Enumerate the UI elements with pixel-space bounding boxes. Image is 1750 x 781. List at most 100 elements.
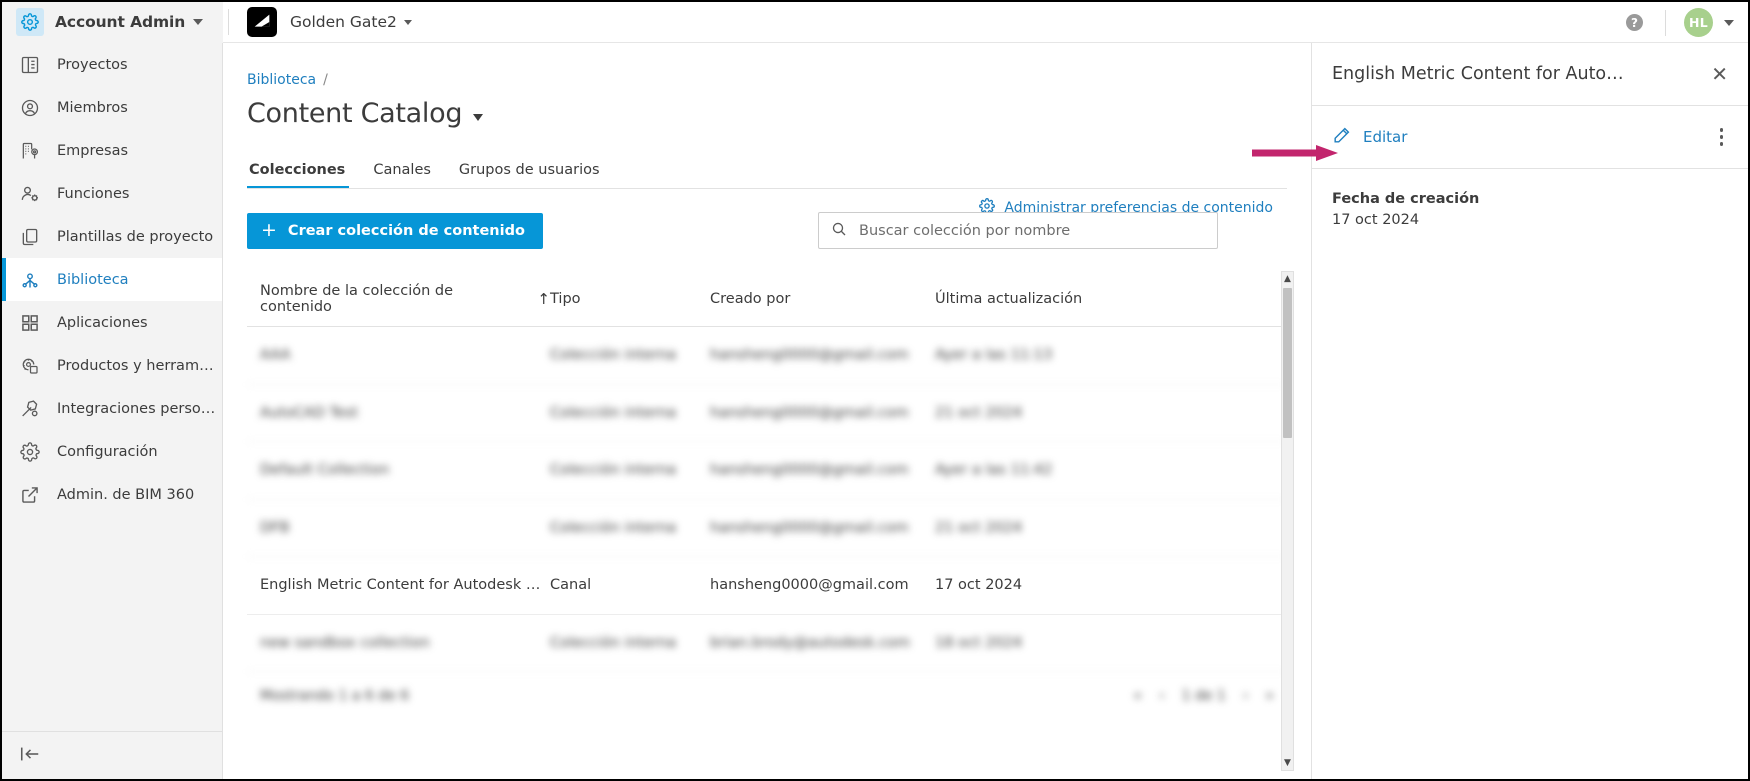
pagination-button[interactable]: ‹ xyxy=(1159,688,1165,704)
table-row[interactable]: AAA Colección interna hansheng0000@gmail.c… xyxy=(247,327,1287,385)
details-panel: English Metric Content for Auto… ✕ Edita… xyxy=(1311,43,1748,779)
sidebar-item-configuraci-n[interactable]: Configuración xyxy=(2,430,222,473)
tab-bar: Colecciones Canales Grupos de usuarios xyxy=(247,153,614,189)
tab-colecciones[interactable]: Colecciones xyxy=(247,162,359,189)
cell-type: Colección interna xyxy=(550,462,677,479)
cell-updated: 18 oct 2024 xyxy=(935,634,1023,651)
cell-name: new sandbox collection xyxy=(260,634,430,651)
field-creation-date-value: 17 oct 2024 xyxy=(1332,212,1420,228)
search-icon xyxy=(831,221,847,241)
table-row[interactable]: English Metric Content for Autodesk Re… C… xyxy=(247,557,1287,615)
create-content-collection-button[interactable]: + Crear colección de contenido xyxy=(247,213,543,249)
library-icon xyxy=(19,269,41,291)
sidebar-item-biblioteca[interactable]: Biblioteca xyxy=(2,258,222,301)
details-panel-header: English Metric Content for Auto… ✕ xyxy=(1312,43,1748,106)
cell-name: AutoCAD Test xyxy=(260,404,359,421)
sidebar-item-admin-de-bim-360[interactable]: Admin. de BIM 360 xyxy=(2,473,222,516)
edit-button[interactable]: Editar xyxy=(1332,126,1407,149)
details-panel-title: English Metric Content for Auto… xyxy=(1332,64,1624,84)
column-header-type-label: Tipo xyxy=(550,290,581,307)
tab-canales[interactable]: Canales xyxy=(359,162,445,189)
close-icon[interactable]: ✕ xyxy=(1711,64,1728,84)
kebab-dot xyxy=(1719,135,1723,139)
sidebar: Proyectos Miembros Empresas Funciones Planti… xyxy=(2,43,223,779)
sidebar-item-label: Aplicaciones xyxy=(57,314,148,331)
sidebar-item-label: Admin. de BIM 360 xyxy=(57,486,195,503)
cell-created-by: hansheng0000@gmail.com xyxy=(710,347,909,364)
collapse-sidebar-icon xyxy=(19,745,41,767)
help-icon[interactable]: ? xyxy=(1626,14,1643,31)
cell-name: English Metric Content for Autodesk Re… xyxy=(260,577,550,594)
tab-grupos-de-usuarios[interactable]: Grupos de usuarios xyxy=(445,162,614,189)
collections-table: Nombre de la colección de contenido ↑ Ti… xyxy=(247,271,1287,771)
cell-updated: 21 oct 2024 xyxy=(935,404,1023,421)
cell-created-by: brian.brody@autodesk.com xyxy=(710,634,911,651)
pagination-button[interactable]: » xyxy=(1265,688,1274,704)
cell-created-by: hansheng0000@gmail.com xyxy=(710,519,909,536)
sort-ascending-icon: ↑ xyxy=(537,289,550,308)
scroll-up-icon[interactable]: ▲ xyxy=(1282,272,1293,286)
settings-icon xyxy=(19,441,41,463)
more-options-icon[interactable] xyxy=(1715,123,1729,151)
companies-icon xyxy=(19,140,41,162)
sidebar-item-funciones[interactable]: Funciones xyxy=(2,172,222,215)
sidebar-item-integraciones-persona[interactable]: Integraciones persona… xyxy=(2,387,222,430)
column-header-name-label: Nombre de la colección de contenido xyxy=(260,282,454,315)
table-row[interactable]: Default Collection Colección interna hansh… xyxy=(247,442,1287,500)
sidebar-item-proyectos[interactable]: Proyectos xyxy=(2,43,222,86)
column-header-last-updated-label: Última actualización xyxy=(935,290,1083,307)
account-admin-label: Account Admin xyxy=(55,13,186,31)
pagination-button[interactable]: « xyxy=(1133,688,1142,704)
products-icon xyxy=(19,355,41,377)
autodesk-logo-icon xyxy=(247,7,277,37)
cell-type: Colección interna xyxy=(550,634,677,651)
cell-name: DFB xyxy=(260,519,290,536)
table-row[interactable]: new sandbox collection Colección interna b… xyxy=(247,615,1287,672)
table-row[interactable]: AutoCAD Test Colección interna hansheng000… xyxy=(247,385,1287,442)
page-title-row[interactable]: Content Catalog xyxy=(247,98,484,129)
breadcrumb-separator: / xyxy=(323,72,328,88)
sidebar-item-miembros[interactable]: Miembros xyxy=(2,86,222,129)
integrations-icon xyxy=(19,398,41,420)
chevron-down-icon[interactable] xyxy=(1724,19,1734,26)
scroll-down-icon[interactable]: ▼ xyxy=(1282,756,1293,770)
pagination-button[interactable]: › xyxy=(1243,688,1249,704)
sidebar-item-productos-y-herramien[interactable]: Productos y herramien… xyxy=(2,344,222,387)
project-switcher[interactable]: Golden Gate2 xyxy=(247,7,412,37)
project-name-label: Golden Gate2 xyxy=(290,13,397,31)
tab-bar-rule xyxy=(247,188,1287,189)
account-admin-switcher[interactable]: Account Admin xyxy=(2,2,223,43)
cell-created-by: hansheng0000@gmail.com xyxy=(710,462,909,479)
collapse-sidebar-button[interactable] xyxy=(2,731,222,779)
breadcrumb-link-biblioteca[interactable]: Biblioteca xyxy=(247,72,316,88)
sidebar-item-label: Plantillas de proyecto xyxy=(57,228,214,245)
table-row[interactable]: DFB Colección interna hansheng0000@gmail.c… xyxy=(247,500,1287,557)
kebab-dot xyxy=(1719,142,1723,146)
scrollbar-thumb[interactable] xyxy=(1283,288,1292,438)
apps-icon xyxy=(19,312,41,334)
edit-label: Editar xyxy=(1363,128,1408,146)
cell-type: Colección interna xyxy=(550,404,677,421)
search-collection-box[interactable] xyxy=(818,212,1218,249)
sidebar-item-label: Integraciones persona… xyxy=(57,400,217,417)
sidebar-item-label: Biblioteca xyxy=(57,271,129,288)
sidebar-item-label: Empresas xyxy=(57,142,129,159)
cell-updated: Ayer a las 11:42 xyxy=(935,462,1053,479)
chevron-down-icon[interactable] xyxy=(473,113,484,121)
sidebar-item-aplicaciones[interactable]: Aplicaciones xyxy=(2,301,222,344)
cell-created-by: hansheng0000@gmail.com xyxy=(710,577,909,594)
sidebar-item-empresas[interactable]: Empresas xyxy=(2,129,222,172)
search-input[interactable] xyxy=(859,222,1199,239)
column-header-created-by[interactable]: Creado por xyxy=(710,291,935,307)
avatar[interactable]: HL xyxy=(1684,8,1713,37)
field-creation-date: Fecha de creación 17 oct 2024 xyxy=(1332,191,1728,228)
sidebar-item-plantillas-de-proyecto[interactable]: Plantillas de proyecto xyxy=(2,215,222,258)
column-header-type[interactable]: Tipo xyxy=(550,291,710,307)
pagination-controls[interactable]: « ‹ 1 de 1 › » xyxy=(1133,688,1274,704)
column-header-name[interactable]: Nombre de la colección de contenido ↑ xyxy=(260,283,550,315)
kebab-dot xyxy=(1719,128,1723,132)
cell-name: AAA xyxy=(260,347,291,364)
table-vertical-scrollbar[interactable]: ▲ ▼ xyxy=(1281,271,1294,771)
column-header-last-updated[interactable]: Última actualización xyxy=(935,291,1175,307)
pagination-button[interactable]: 1 de 1 xyxy=(1182,688,1226,704)
